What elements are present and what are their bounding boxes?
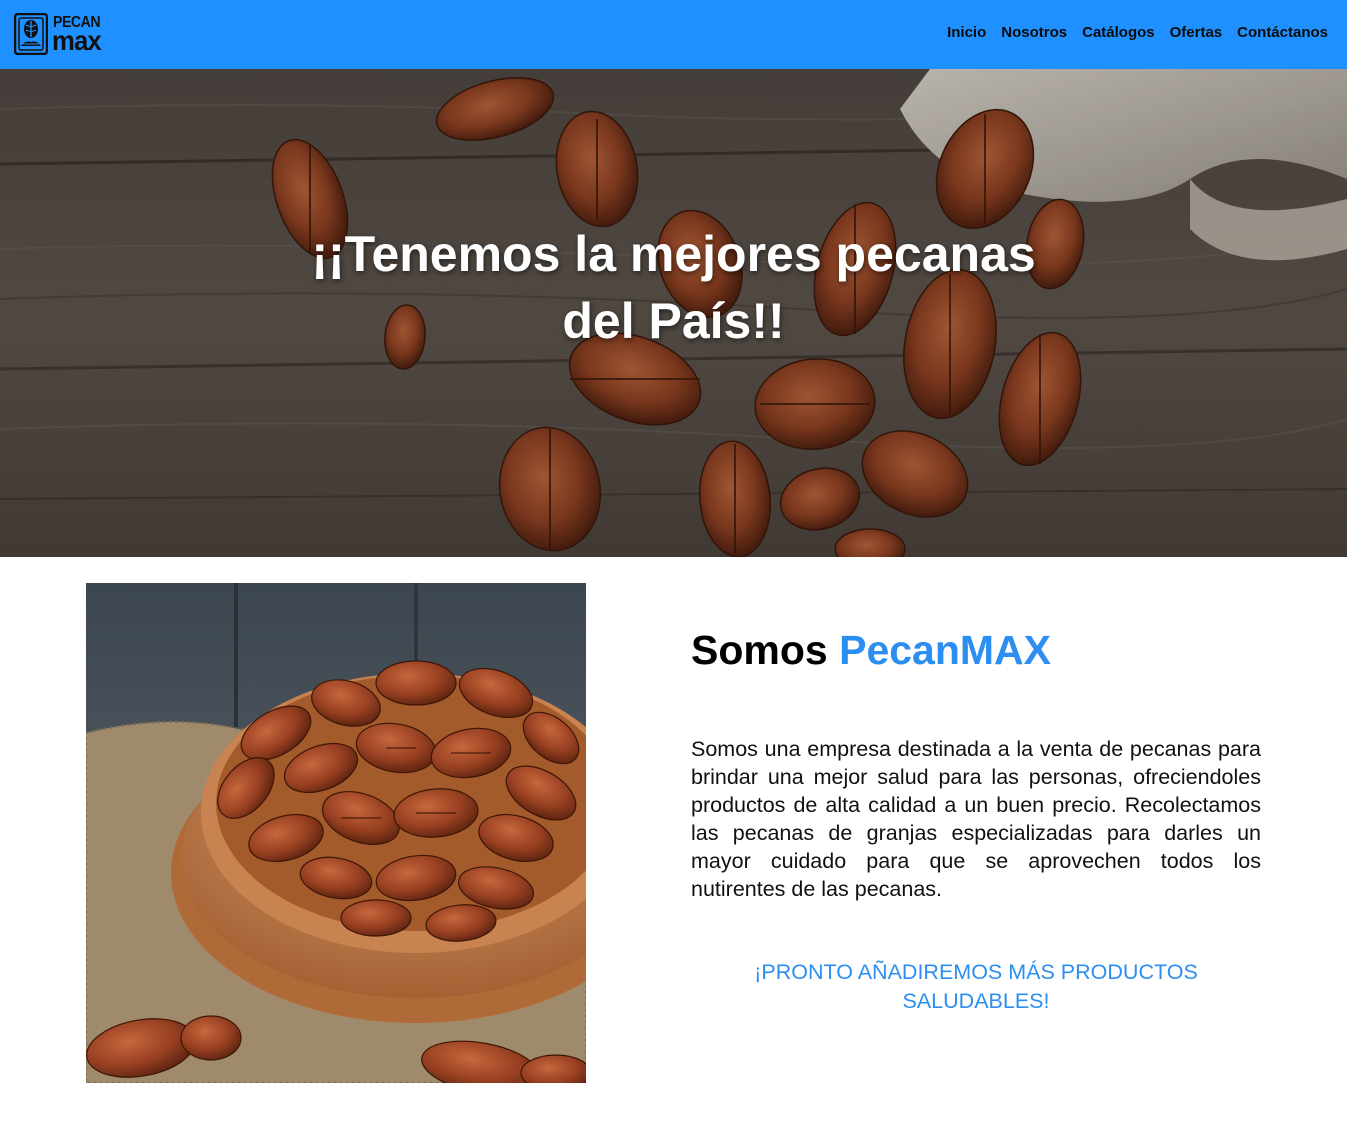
hero-title-line-1: ¡¡Tenemos la mejores pecanas bbox=[311, 226, 1036, 282]
about-heading: Somos PecanMAX bbox=[691, 625, 1051, 675]
about-heading-prefix: Somos bbox=[691, 627, 828, 673]
products-announcement: ¡PRONTO AÑADIREMOS MÁS PRODUCTOS SALUDAB… bbox=[691, 958, 1261, 1016]
pecan-emblem-icon bbox=[14, 13, 48, 55]
nav-link-catalogos[interactable]: Catálogos bbox=[1082, 24, 1155, 42]
logo[interactable]: PECAN max bbox=[12, 12, 108, 56]
navbar: PECAN max Inicio Nosotros Catálogos Ofer… bbox=[0, 0, 1347, 69]
announcement-line-1: ¡PRONTO AÑADIREMOS MÁS PRODUCTOS bbox=[754, 960, 1198, 984]
logo-wordmark-bottom: max bbox=[52, 25, 102, 56]
announcement-line-2: SALUDABLES! bbox=[902, 989, 1050, 1013]
nav-link-contactanos[interactable]: Contáctanos bbox=[1237, 24, 1328, 42]
hero-banner: ¡¡Tenemos la mejores pecanas del País!! bbox=[0, 69, 1347, 557]
hero-title: ¡¡Tenemos la mejores pecanas del País!! bbox=[0, 221, 1347, 355]
nav-link-nosotros[interactable]: Nosotros bbox=[1001, 24, 1067, 42]
nav-link-ofertas[interactable]: Ofertas bbox=[1170, 24, 1223, 42]
about-description: Somos una empresa destinada a la venta d… bbox=[691, 737, 1261, 901]
hero-title-line-2: del País!! bbox=[562, 293, 785, 349]
nav-link-inicio[interactable]: Inicio bbox=[947, 24, 986, 42]
pecan-bowl-image bbox=[86, 583, 586, 1083]
pecan-bowl-photo bbox=[86, 583, 586, 1083]
main-nav: Inicio Nosotros Catálogos Ofertas Contác… bbox=[932, 24, 1328, 42]
about-heading-brand: PecanMAX bbox=[839, 627, 1052, 673]
